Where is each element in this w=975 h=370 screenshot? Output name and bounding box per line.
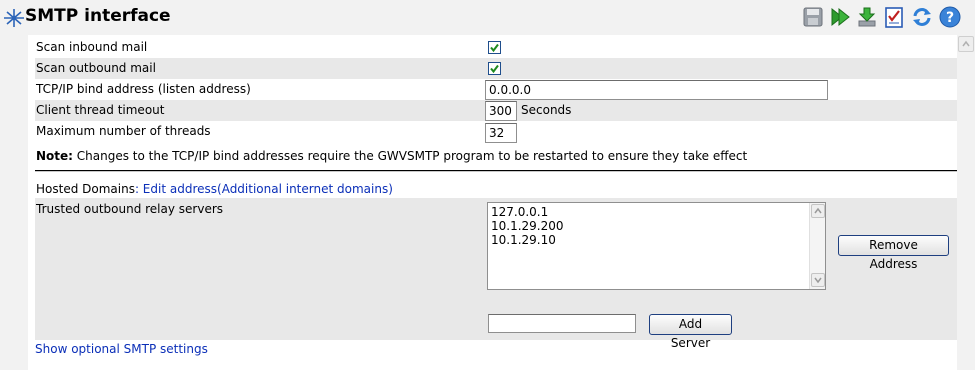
scan-inbound-label: Scan inbound mail (36, 40, 148, 54)
checklist-icon[interactable] (883, 6, 905, 28)
restart-note: Note: Changes to the TCP/IP bind address… (36, 149, 747, 163)
relay-servers-label: Trusted outbound relay servers (36, 202, 224, 216)
scan-outbound-label: Scan outbound mail (36, 61, 156, 75)
scan-outbound-row: Scan outbound mail (35, 58, 957, 79)
page-scroll-up-icon[interactable] (958, 36, 974, 52)
list-item[interactable]: 10.1.29.200 (491, 219, 564, 233)
plane-logo-icon (4, 9, 24, 27)
relay-server-items: 127.0.0.1 10.1.29.200 10.1.29.10 (491, 205, 564, 247)
bind-address-input[interactable]: 0.0.0.0 (485, 80, 828, 100)
remove-address-button[interactable]: Remove Address (838, 235, 949, 271)
scroll-down-icon[interactable] (811, 273, 825, 287)
thread-timeout-input[interactable]: 300 (485, 101, 517, 121)
page-title: SMTP interface (25, 6, 171, 26)
scan-outbound-checkbox[interactable] (488, 62, 501, 75)
relay-servers-list[interactable]: 127.0.0.1 10.1.29.200 10.1.29.10 (487, 202, 826, 290)
download-icon[interactable] (856, 6, 878, 28)
list-item[interactable]: 10.1.29.10 (491, 233, 564, 247)
relay-servers-section: Trusted outbound relay servers 127.0.0.1… (35, 198, 957, 350)
list-item[interactable]: 127.0.0.1 (491, 205, 564, 219)
save-icon[interactable] (802, 6, 824, 28)
checkmark-icon (490, 43, 499, 53)
add-server-button[interactable]: Add Server (649, 314, 732, 350)
scan-inbound-checkbox[interactable] (488, 41, 501, 54)
bind-address-label: TCP/IP bind address (listen address) (36, 82, 251, 96)
bind-address-row: TCP/IP bind address (listen address) 0.0… (35, 79, 957, 100)
checkmark-icon (490, 64, 499, 74)
max-threads-row: Maximum number of threads 32 (35, 121, 957, 143)
max-threads-label: Maximum number of threads (36, 124, 211, 138)
page-scrollbar[interactable] (957, 35, 975, 370)
scan-inbound-row: Scan inbound mail (35, 37, 957, 58)
hosted-domains: Hosted Domains: Edit address(Additional … (36, 182, 393, 196)
section-divider (35, 170, 957, 172)
note-text: Changes to the TCP/IP bind addresses req… (72, 149, 748, 163)
list-scrollbar[interactable] (809, 203, 825, 289)
help-icon[interactable]: ? (939, 6, 961, 28)
svg-text:?: ? (946, 10, 954, 26)
scroll-up-icon[interactable] (811, 204, 825, 218)
header-bar: SMTP interface ? (0, 0, 975, 35)
thread-timeout-unit: Seconds (521, 103, 572, 117)
run-icon[interactable] (829, 6, 851, 28)
refresh-icon[interactable] (911, 6, 933, 28)
settings-panel: Scan inbound mail Scan outbound mail TCP… (28, 35, 957, 370)
edit-address-link[interactable]: : Edit address(Additional internet domai… (135, 182, 393, 196)
max-threads-input[interactable]: 32 (485, 123, 517, 143)
thread-timeout-row: Client thread timeout 300 Seconds (35, 100, 957, 121)
note-prefix: Note: (36, 149, 73, 163)
hosted-domains-label: Hosted Domains (36, 182, 135, 196)
show-optional-settings-link[interactable]: Show optional SMTP settings (35, 342, 208, 356)
new-server-input[interactable] (488, 314, 636, 333)
thread-timeout-label: Client thread timeout (36, 103, 165, 117)
